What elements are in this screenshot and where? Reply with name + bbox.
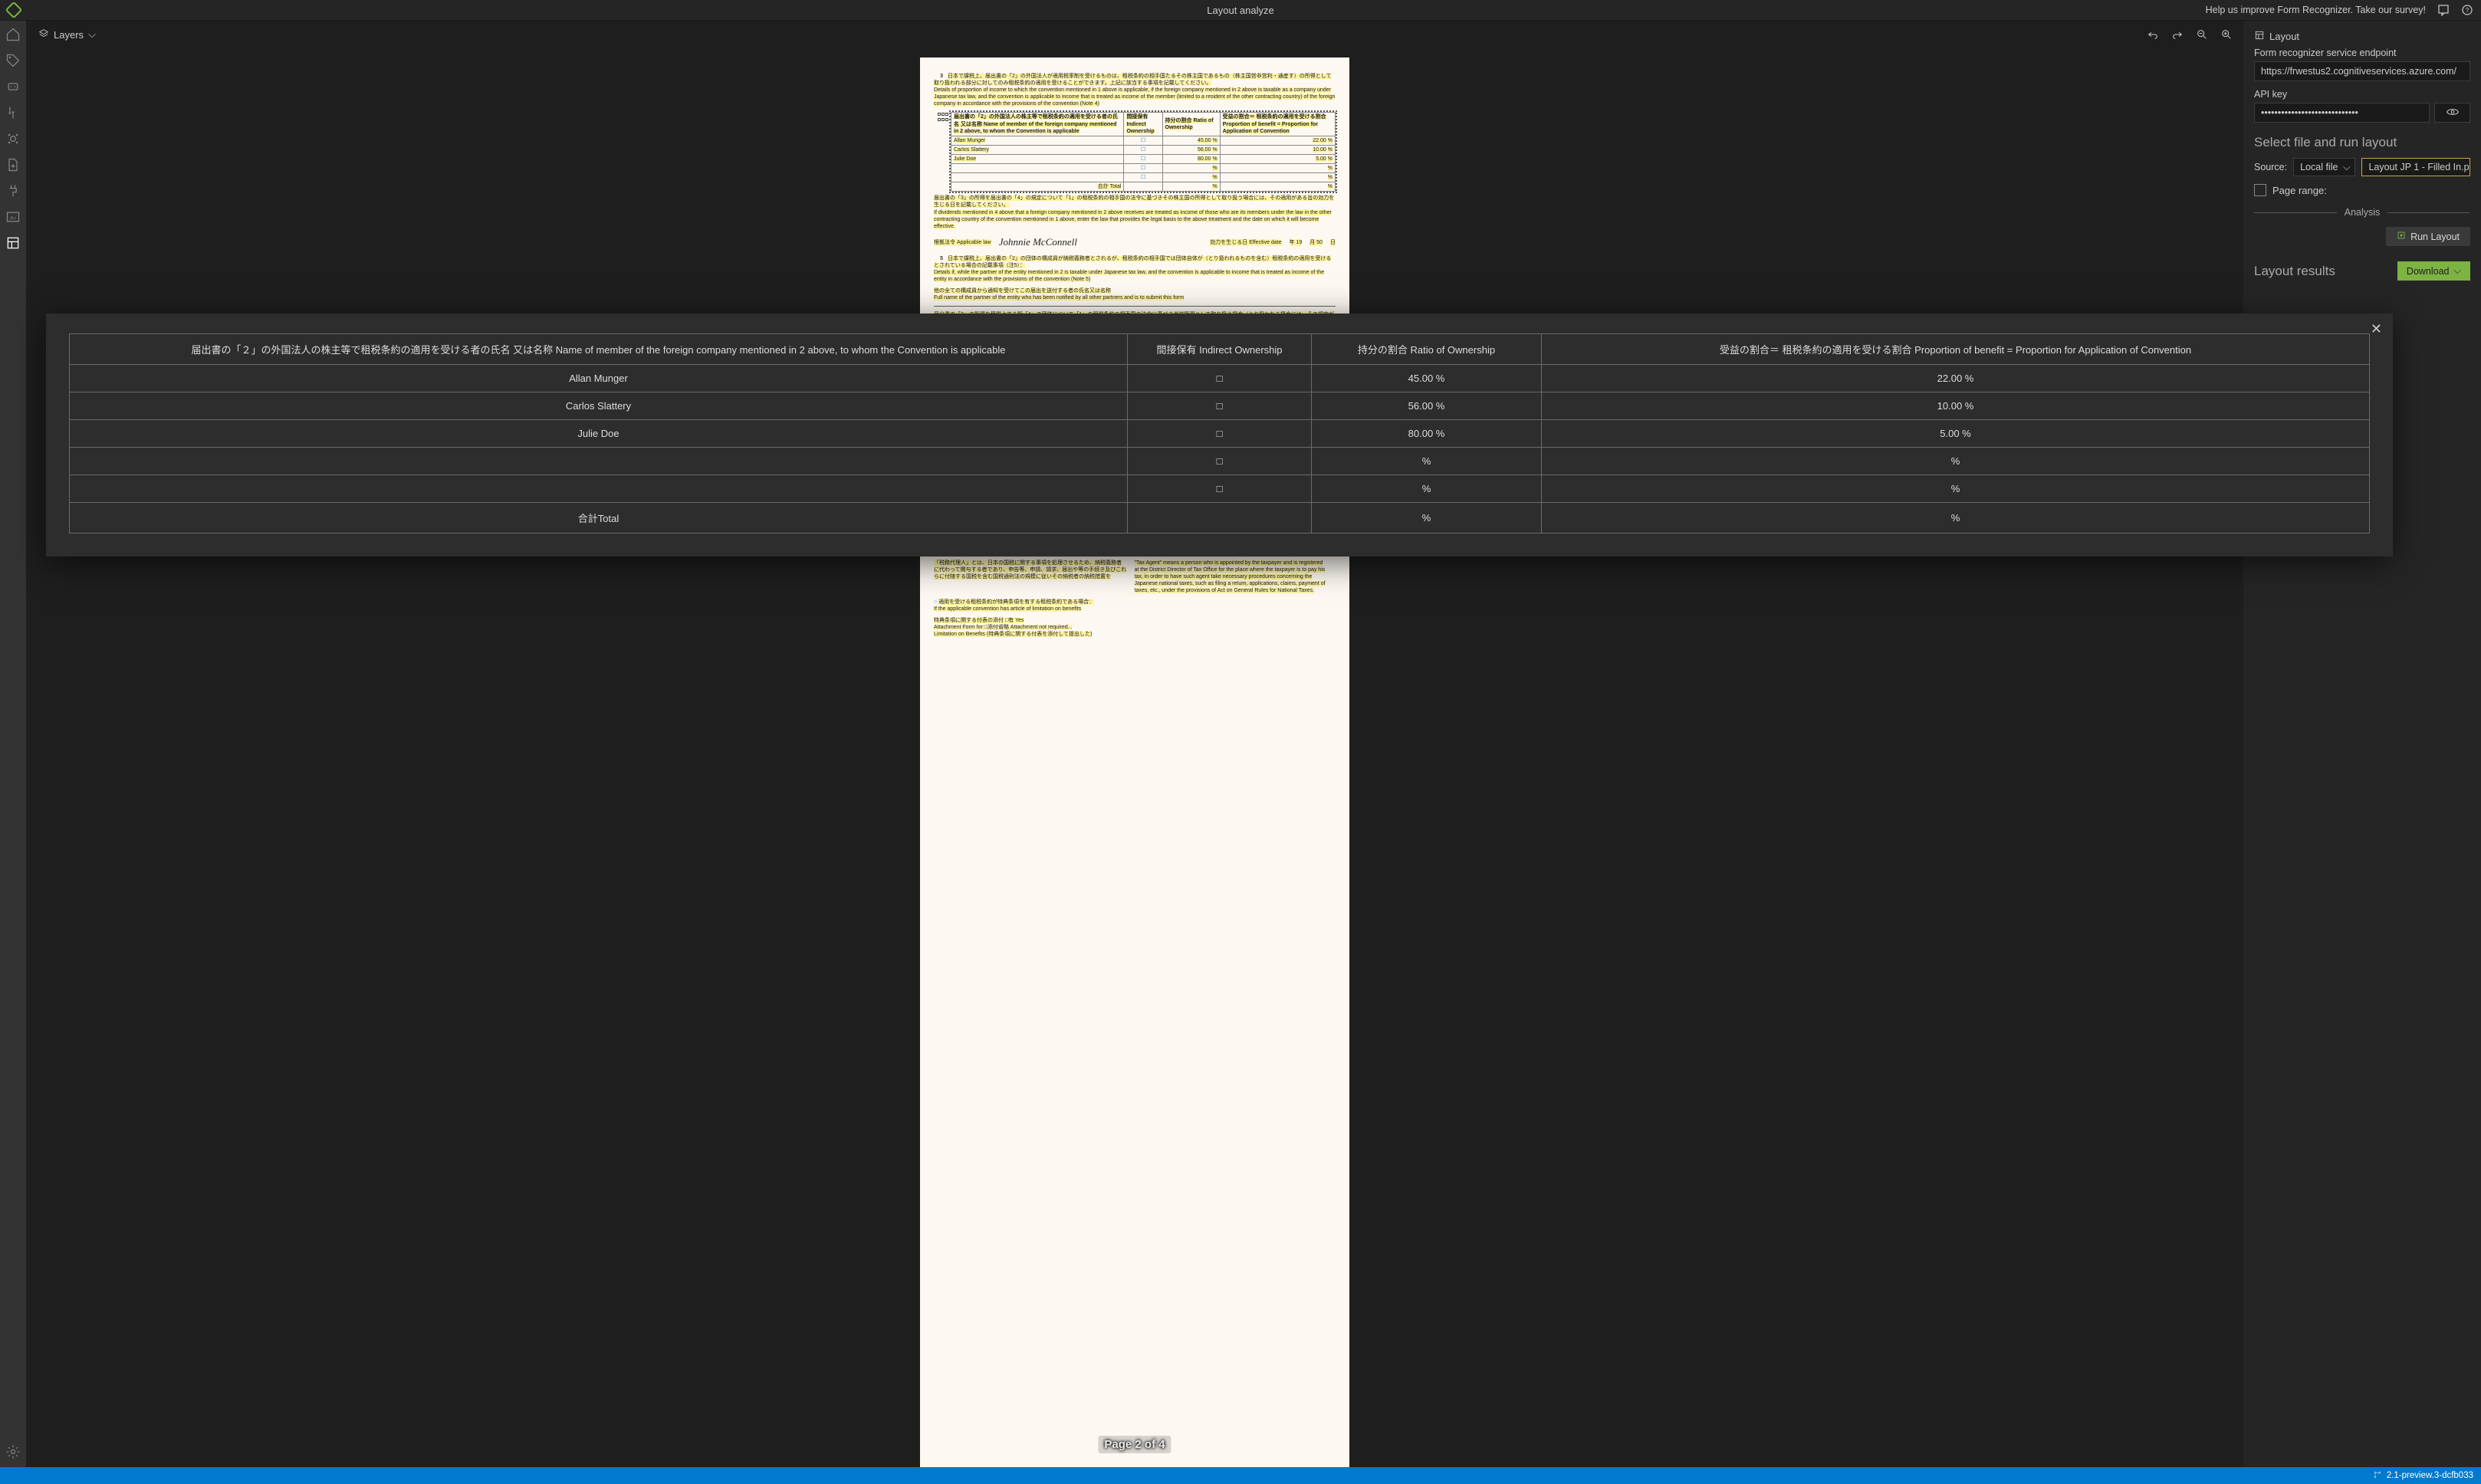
divider [2254,212,2337,213]
page-counter: Page 2 of 4 [1098,1436,1171,1454]
select-file-heading: Select file and run layout [2254,135,2470,150]
run-layout-button[interactable]: Run Layout [2386,227,2470,246]
canvas-area: Layers ⌵ 3 日本で課税上、届出書の「2」の外国法人が適用税率制を受ける… [26,21,2243,1467]
file-name-field[interactable]: Layout JP 1 - Filled In.pdf [2361,158,2470,176]
right-panel: Layout Form recognizer service endpoint … [2243,21,2481,1467]
doc-text: "Tax Agent" means a person who is appoin… [1135,560,1326,593]
doc-embedded-table: 届出書の「2」の外国法人の株主等で租税条約の適用を受ける者の氏名 又は名称 Na… [951,112,1336,192]
chevron-down-icon: ⌵ [88,28,96,41]
close-icon[interactable]: ✕ [2371,321,2382,337]
feedback-icon[interactable] [2437,4,2450,16]
apikey-input[interactable] [2254,103,2430,123]
reveal-key-button[interactable] [2434,103,2470,123]
survey-link[interactable]: Help us improve Form Recognizer. Take ou… [2206,5,2426,15]
app-logo [5,2,23,19]
doc-text: Attachment Form for □添付省略 Attachment not… [934,625,1072,630]
doc-text: Details if, while the partner of the ent… [934,270,1324,282]
doc-text: 日本で課税上、届出書の「2」の外国法人が適用税率制を受けるものは、租税条約の相手… [934,74,1332,86]
doc-text: If the applicable convention has article… [934,606,1081,612]
table-row: □%% [70,448,2370,475]
table-marker-icon [937,112,951,123]
source-dropdown[interactable]: Local file [2293,158,2355,176]
layers-button[interactable]: Layers ⌵ [38,28,96,41]
doc-text: Limitation on Benefits (特典条項に関する付表を添付して提… [934,632,1092,637]
doc-label: 根拠法令 Applicable law [934,239,991,246]
version-text: 2.1-preview.3-dcfb033 [2387,1471,2473,1480]
table-row: □%% [70,475,2370,503]
layers-label: Layers [54,29,84,41]
run-label: Run Layout [2410,231,2460,242]
doc-label: 効力を生じる日 Effective date [1210,239,1281,246]
sidebar-item-robot[interactable] [5,79,21,94]
th: 間接保有 Indirect Ownership [1126,114,1154,133]
table-row: Allan Munger□45.00 %22.00 % [70,365,2370,392]
download-label: Download [2407,266,2450,277]
document-page: 3 日本で課税上、届出書の「2」の外国法人が適用税率制を受けるものは、租税条約の… [920,57,1349,1467]
doc-text: Full name of the partner of the entity w… [934,295,1184,300]
doc-text: 日本で課税上、届出書の「2」の団体の構成員が納税義務者とされるが、租税条約の相手… [934,256,1331,268]
source-label: Source: [2254,162,2287,172]
sidebar-item-home[interactable] [5,27,21,42]
svg-text:?: ? [2466,7,2469,14]
th-ratio: 持分の割合 Ratio of Ownership [1312,334,1542,365]
doc-text: 他の全ての構成員から通知を受けてこの届出を送付する者の氏名又は名称 [934,288,1111,294]
doc-text: 特典条項に関する付表の添付 □有 Yes [934,618,1024,623]
th-name: 届出書の「２」の外国法人の株主等で租税条約の適用を受ける者の氏名 又は名称 Na… [70,334,1128,365]
th: 届出書の「2」の外国法人の株主等で租税条約の適用を受ける者の氏名 又は名称 Na… [954,114,1118,133]
sidebar-item-ocr[interactable]: A= [5,209,21,225]
page-range-checkbox[interactable] [2254,184,2266,196]
table-preview-modal: ✕ 届出書の「２」の外国法人の株主等で租税条約の適用を受ける者の氏名 又は名称 … [46,314,2393,556]
doc-text: If dividends mentioned in 4 above that a… [934,210,1332,229]
sidebar-item-new-doc[interactable] [5,157,21,172]
table-row: 合計Total%% [70,503,2370,534]
chevron-down-icon: ⌵ [2454,265,2461,277]
divider [2387,212,2470,213]
eye-icon [2446,105,2460,121]
endpoint-input[interactable] [2254,61,2470,81]
results-heading: Layout results [2254,264,2335,279]
doc-text: Details of proportion of income to which… [934,87,1335,107]
th: 持分の割合 Ratio of Ownership [1165,118,1214,130]
redo-icon[interactable] [2171,28,2184,41]
sidebar-item-compose[interactable] [5,105,21,120]
zoom-in-icon[interactable] [2220,28,2233,41]
play-icon [2397,231,2406,242]
download-button[interactable]: Download ⌵ [2397,261,2470,281]
th-indirect: 間接保有 Indirect Ownership [1128,334,1312,365]
doc-text: 届出書の「3」の所得を届出書の「4」の規定について「1」の租税条約の相手国の法令… [934,195,1334,208]
table-row: Julie Doe□80.00 %5.00 % [70,420,2370,448]
sidebar-item-settings[interactable] [5,1444,21,1459]
help-icon[interactable]: ? [2461,4,2473,16]
layers-icon [38,28,49,41]
zoom-out-icon[interactable] [2196,28,2208,41]
layout-icon [2254,30,2265,43]
apikey-label: API key [2254,89,2470,100]
endpoint-label: Form recognizer service endpoint [2254,48,2470,58]
app-title: Layout analyze [1207,5,1273,16]
sidebar-item-connect[interactable] [5,183,21,199]
undo-icon[interactable] [2147,28,2159,41]
th-benefit: 受益の割合＝ 租税条約の適用を受ける割合 Proportion of benef… [1542,334,2370,365]
status-bar: 2.1-preview.3-dcfb033 [0,1467,2481,1484]
panel-title: Layout [2269,31,2299,42]
activity-bar: A= [0,21,26,1467]
doc-text: 「税務代理人」とは、日本の国税に関する事項を処理させるため、納税義務者に代わって… [934,560,1126,579]
sidebar-item-tag[interactable] [5,53,21,68]
analysis-label: Analysis [2345,207,2381,218]
sidebar-item-brain[interactable] [5,131,21,146]
title-bar: Layout analyze Help us improve Form Reco… [0,0,2481,21]
doc-text: 適用を受ける租税条約が特典条項を有する租税条約である場合： [938,599,1094,605]
svg-text:A=: A= [10,215,16,221]
th: 受益の割合＝ 租税条約の適用を受ける割合 Proportion of benef… [1223,114,1326,133]
sidebar-item-layout[interactable] [5,235,21,251]
document-viewport[interactable]: 3 日本で課税上、届出書の「2」の外国法人が適用税率制を受けるものは、租税条約の… [26,48,2243,1467]
branch-icon [2373,1470,2382,1482]
page-range-label: Page range: [2272,185,2327,196]
signature: Johnnie McConnell [999,236,1077,249]
extracted-table: 届出書の「２」の外国法人の株主等で租税条約の適用を受ける者の氏名 又は名称 Na… [69,333,2370,534]
table-row: Carlos Slattery□56.00 %10.00 % [70,392,2370,420]
